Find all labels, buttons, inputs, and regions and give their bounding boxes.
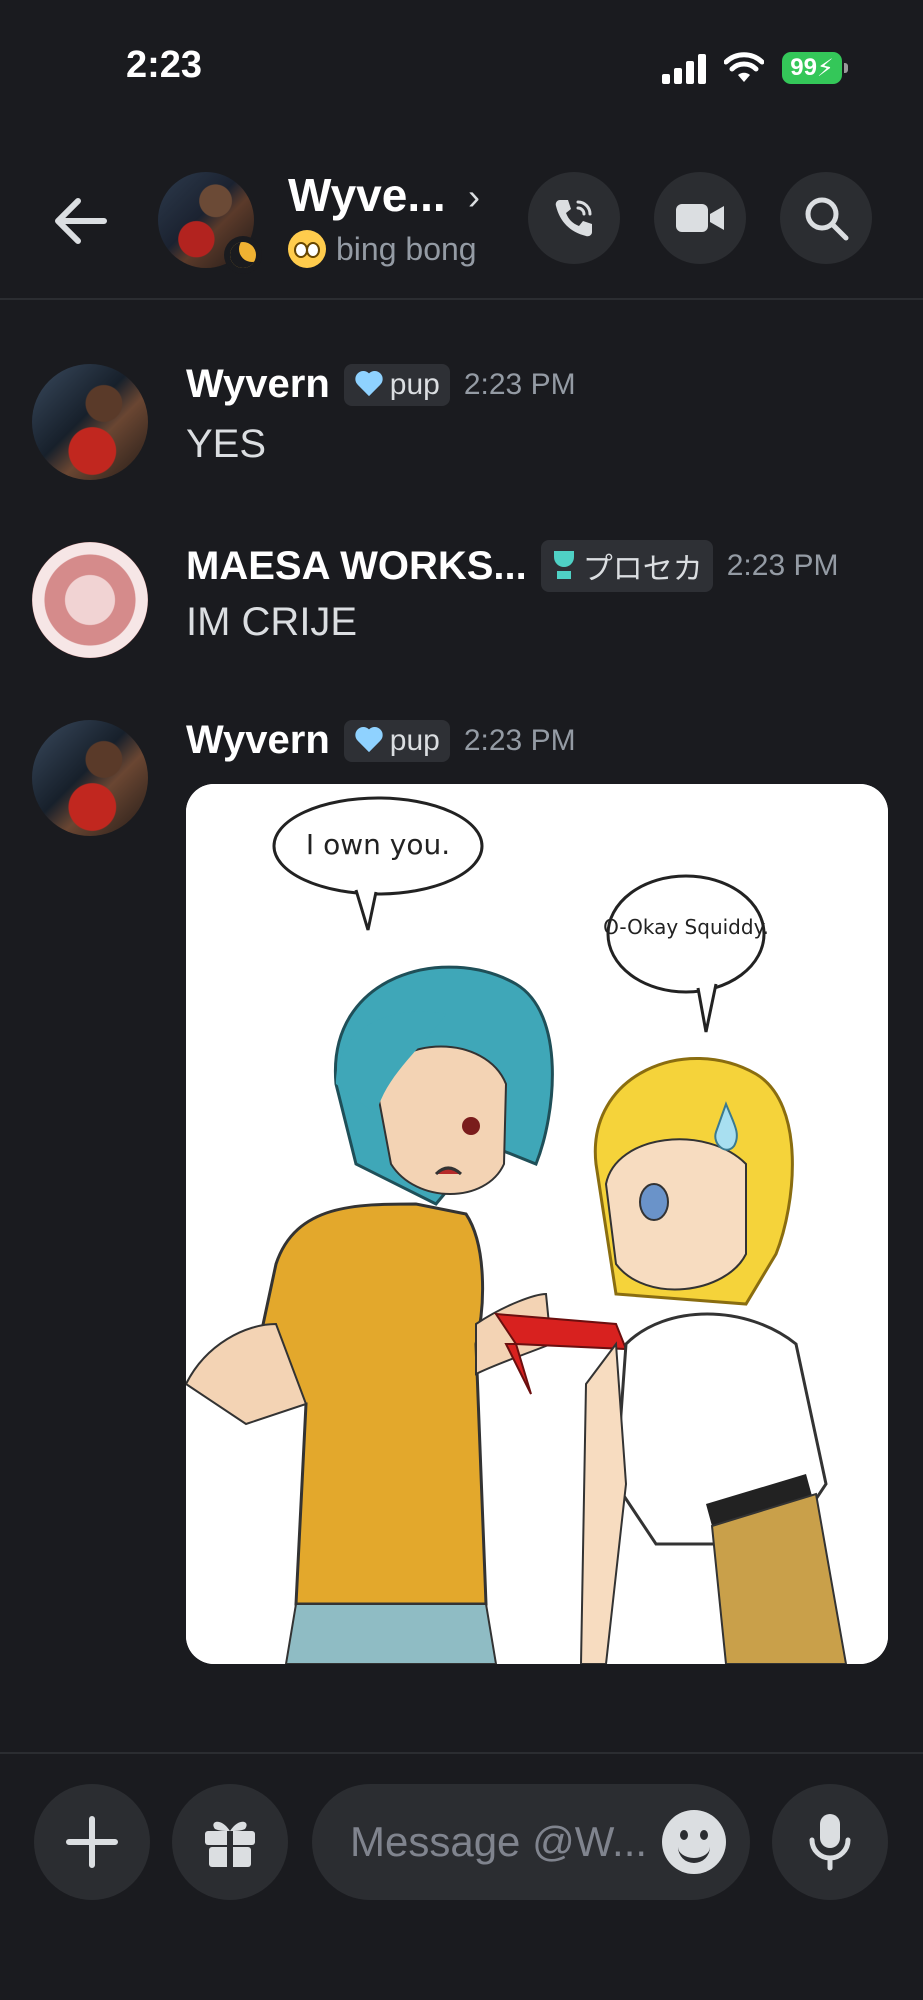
message-header: Wyvern pup 2:23 PM bbox=[186, 718, 576, 763]
phone-call-icon bbox=[555, 200, 592, 237]
message-timestamp: 2:23 PM bbox=[463, 367, 576, 401]
video-camera-icon bbox=[676, 204, 724, 232]
battery-icon: 99 ⚡ bbox=[782, 52, 848, 84]
dm-header: Wyve... › bing bong bbox=[0, 150, 923, 298]
message-header: MAESA WORKS... プロセカ 2:23 PM bbox=[186, 540, 838, 592]
comic-illustration: I own you. O-Okay Squiddy. bbox=[186, 784, 888, 1664]
message-timestamp: 2:23 PM bbox=[463, 723, 576, 757]
message-input-bar bbox=[0, 1752, 923, 2000]
author-avatar[interactable] bbox=[32, 720, 148, 836]
message-text: YES bbox=[186, 422, 267, 466]
custom-status: bing bong bbox=[288, 230, 477, 268]
back-arrow-icon bbox=[55, 198, 107, 244]
heart-icon bbox=[354, 728, 384, 754]
custom-status-text: bing bong bbox=[336, 230, 477, 267]
bubble-left-text: I own you. bbox=[306, 828, 450, 861]
author-avatar[interactable] bbox=[32, 542, 148, 658]
heart-icon bbox=[354, 372, 384, 398]
idle-status-icon bbox=[224, 236, 262, 274]
author-name[interactable]: Wyvern bbox=[186, 718, 330, 763]
author-name[interactable]: Wyvern bbox=[186, 362, 330, 407]
back-button[interactable] bbox=[40, 186, 120, 256]
microphone-icon bbox=[809, 1814, 851, 1871]
message-header: Wyvern pup 2:23 PM bbox=[186, 362, 576, 407]
bubble-right-text: O-Okay Squiddy. bbox=[603, 915, 769, 939]
gift-icon bbox=[205, 1821, 255, 1867]
header-divider bbox=[0, 298, 923, 300]
message-field[interactable] bbox=[312, 1784, 750, 1900]
voice-call-button[interactable] bbox=[528, 172, 620, 264]
status-time: 2:23 bbox=[126, 44, 203, 86]
message-timestamp: 2:23 PM bbox=[726, 549, 839, 582]
search-icon bbox=[805, 197, 849, 241]
video-call-button[interactable] bbox=[654, 172, 746, 264]
image-attachment[interactable]: I own you. O-Okay Squiddy. bbox=[186, 784, 888, 1664]
battery-level: 99 bbox=[790, 54, 817, 81]
guild-tag-label: プロセカ bbox=[582, 553, 703, 586]
header-avatar[interactable] bbox=[158, 172, 262, 274]
guild-tag[interactable]: pup bbox=[343, 719, 450, 762]
gift-button[interactable] bbox=[172, 1784, 288, 1900]
header-username[interactable]: Wyve... bbox=[288, 168, 446, 222]
message-input[interactable] bbox=[350, 1818, 650, 1866]
author-name[interactable]: MAESA WORKS... bbox=[186, 544, 527, 589]
guild-tag-label: pup bbox=[389, 723, 440, 757]
guild-tag[interactable]: プロセカ bbox=[540, 540, 713, 592]
search-button[interactable] bbox=[780, 172, 872, 264]
wifi-icon bbox=[724, 52, 764, 82]
add-attachment-button[interactable] bbox=[34, 1784, 150, 1900]
author-avatar[interactable] bbox=[32, 364, 148, 480]
voice-message-button[interactable] bbox=[772, 1784, 888, 1900]
status-bar: 2:23 99 ⚡ bbox=[0, 0, 923, 120]
guild-tag-label: pup bbox=[389, 367, 440, 401]
emoji-smile-icon[interactable] bbox=[662, 1810, 726, 1874]
guild-tag[interactable]: pup bbox=[343, 363, 450, 406]
chevron-right-icon[interactable]: › bbox=[468, 176, 480, 218]
pleading-face-icon bbox=[288, 230, 326, 268]
message-text: IM CRIJE bbox=[186, 600, 358, 644]
trophy-icon bbox=[551, 551, 577, 581]
plus-icon bbox=[66, 1816, 118, 1868]
signal-icon bbox=[662, 52, 710, 84]
